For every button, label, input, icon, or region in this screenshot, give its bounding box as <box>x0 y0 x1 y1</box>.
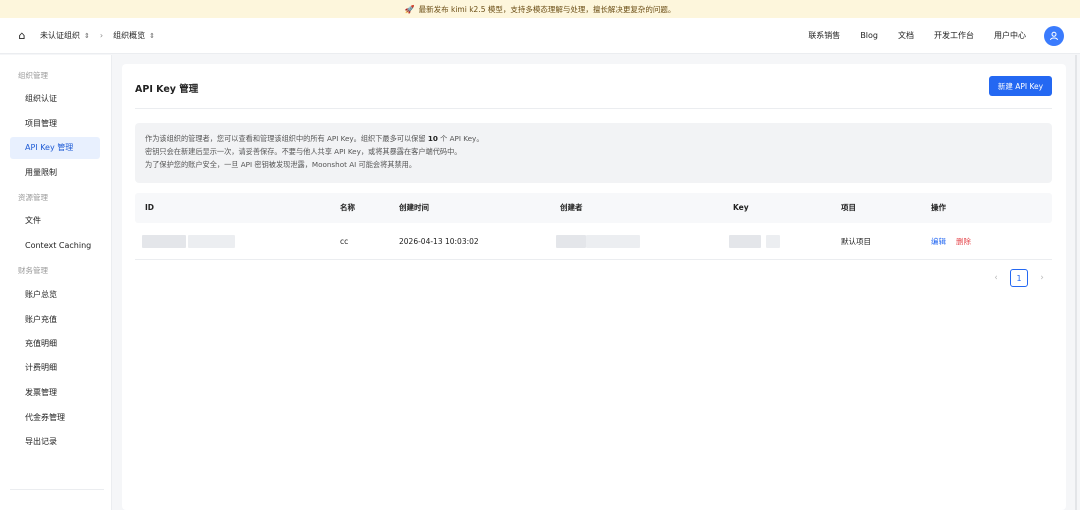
avatar[interactable] <box>1044 25 1064 46</box>
sidebar-item-org-verify[interactable]: 组织认证 <box>10 88 100 110</box>
sidebar-item-projects[interactable]: 项目管理 <box>10 113 100 135</box>
sidebar-section-org: 组织管理 <box>18 71 48 80</box>
redacted-creator <box>556 235 586 248</box>
row-name: cc <box>340 237 349 246</box>
col-actions: 操作 <box>931 203 946 212</box>
max-keys-count: 10 <box>427 134 438 143</box>
edit-link[interactable]: 编辑 <box>931 237 946 246</box>
sidebar-section-finance: 财务管理 <box>18 266 48 275</box>
table-header: ID 名称 创建时间 创建者 Key 项目 操作 <box>135 193 1052 223</box>
sidebar: 组织管理 组织认证 项目管理 API Key 管理 用量限制 资源管理 文件 C… <box>0 55 112 510</box>
sidebar-item-recharge[interactable]: 账户充值 <box>10 309 100 331</box>
announcement-banner[interactable]: 🚀 最新发布 kimi k2.5 模型，支持多模态理解与处理，擅长解决更复杂的问… <box>0 0 1080 18</box>
chevron-updown-icon: ⇕ <box>84 31 90 40</box>
sidebar-item-api-keys[interactable]: API Key 管理 <box>10 137 100 159</box>
title-divider <box>135 108 1052 109</box>
announcement-text[interactable]: 最新发布 kimi k2.5 模型，支持多模态理解与处理，擅长解决更复杂的问题。 <box>419 4 676 15</box>
top-nav: 联系销售 Blog 文档 开发工作台 用户中心 <box>788 25 1064 46</box>
notice-line-2: 密钥只会在新建后显示一次，请妥善保存。不要与他人共享 API Key，或将其暴露… <box>145 147 462 156</box>
page-name: 组织概览 <box>113 31 146 40</box>
sidebar-item-vouchers[interactable]: 代金券管理 <box>10 407 100 429</box>
col-id: ID <box>145 203 155 212</box>
sidebar-section-resources: 资源管理 <box>18 193 48 202</box>
notice-line-3: 为了保护您的账户安全，一旦 API 密钥被发现泄露，Moonshot AI 可能… <box>145 160 417 169</box>
org-name: 未认证组织 <box>40 31 80 40</box>
nav-blog[interactable]: Blog <box>860 31 878 40</box>
main-panel: API Key 管理 新建 API Key 作为该组织的管理者，您可以查看和管理… <box>122 64 1066 510</box>
nav-contact-sales[interactable]: 联系销售 <box>808 30 840 41</box>
redacted-id <box>142 235 186 248</box>
notice-line-1: 作为该组织的管理者，您可以查看和管理该组织中的所有 API Key。组织下最多可… <box>145 132 1042 145</box>
next-page-icon[interactable]: › <box>1034 273 1050 283</box>
col-key: Key <box>733 203 749 212</box>
sidebar-item-usage-limit[interactable]: 用量限制 <box>10 162 100 184</box>
sidebar-divider <box>10 489 104 490</box>
info-notice: 作为该组织的管理者，您可以查看和管理该组织中的所有 API Key。组织下最多可… <box>135 123 1052 183</box>
notice-line-1-suffix: 个 API Key。 <box>440 134 484 143</box>
notice-line-1-text: 作为该组织的管理者，您可以查看和管理该组织中的所有 API Key。组织下最多可… <box>145 134 426 143</box>
org-switcher[interactable]: 未认证组织 ⇕ <box>40 30 90 41</box>
page-title: API Key 管理 <box>135 84 199 95</box>
home-icon[interactable]: ⌂ <box>16 29 28 42</box>
redacted-id <box>188 235 235 248</box>
nav-user-center[interactable]: 用户中心 <box>994 30 1026 41</box>
page-switcher[interactable]: 组织概览 ⇕ <box>113 30 155 41</box>
sidebar-item-recharge-details[interactable]: 充值明细 <box>10 333 100 355</box>
sidebar-item-export-records[interactable]: 导出记录 <box>10 431 100 453</box>
sidebar-item-account-overview[interactable]: 账户总览 <box>10 284 100 306</box>
row-project: 默认项目 <box>841 237 871 246</box>
col-name: 名称 <box>340 203 355 212</box>
breadcrumb-separator-icon: › <box>99 31 104 40</box>
redacted-key <box>729 235 761 248</box>
pagination: ‹ 1 › <box>988 269 1050 287</box>
page-scrollbar[interactable] <box>1075 55 1077 510</box>
col-creator: 创建者 <box>560 203 583 212</box>
row-created-time: 2026-04-13 10:03:02 <box>399 237 479 246</box>
col-created-time: 创建时间 <box>399 203 429 212</box>
page-1-button[interactable]: 1 <box>1010 269 1028 287</box>
sidebar-item-billing-details[interactable]: 计费明细 <box>10 357 100 379</box>
sidebar-item-invoices[interactable]: 发票管理 <box>10 382 100 404</box>
row-actions: 编辑 删除 <box>931 224 971 260</box>
nav-dev-workbench[interactable]: 开发工作台 <box>934 30 974 41</box>
col-project: 项目 <box>841 203 856 212</box>
new-api-key-button[interactable]: 新建 API Key <box>989 76 1052 96</box>
rocket-icon: 🚀 <box>404 4 415 14</box>
user-icon <box>1050 31 1058 40</box>
sidebar-item-context-caching[interactable]: Context Caching <box>10 235 100 257</box>
top-bar: ⌂ 未认证组织 ⇕ › 组织概览 ⇕ 联系销售 Blog 文档 开发工作台 用户… <box>0 18 1080 54</box>
sidebar-item-files[interactable]: 文件 <box>10 210 100 232</box>
prev-page-icon[interactable]: ‹ <box>988 273 1004 283</box>
redacted-key <box>766 235 780 248</box>
redacted-creator <box>586 235 640 248</box>
chevron-updown-icon: ⇕ <box>149 31 155 40</box>
table-row: cc 2026-04-13 10:03:02 默认项目 编辑 删除 <box>135 224 1052 260</box>
delete-link[interactable]: 删除 <box>956 237 971 246</box>
nav-docs[interactable]: 文档 <box>898 30 914 41</box>
